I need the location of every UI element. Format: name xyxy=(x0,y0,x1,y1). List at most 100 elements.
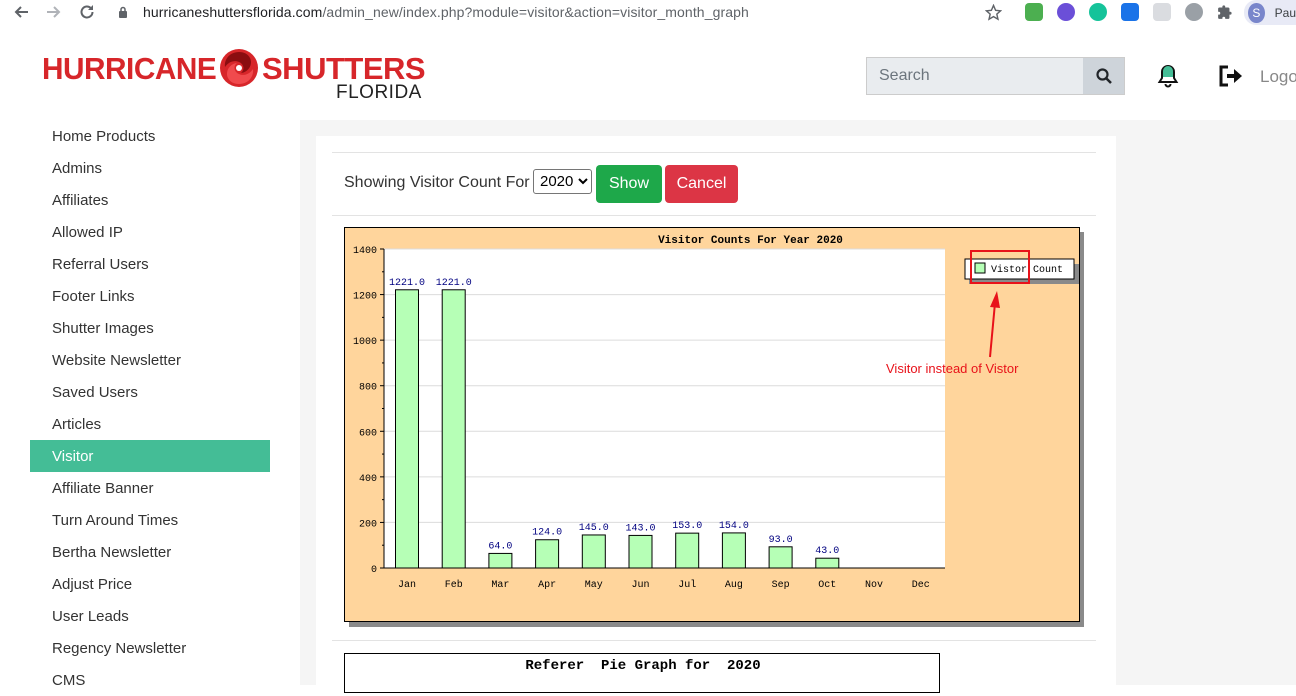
sidebar-item-affiliate-banner[interactable]: Affiliate Banner xyxy=(30,472,270,504)
extension-check-icon[interactable] xyxy=(1057,3,1075,21)
year-select[interactable]: 2020 xyxy=(533,169,592,194)
sidebar-item-affiliates[interactable]: Affiliates xyxy=(30,184,270,216)
divider xyxy=(332,152,1096,153)
annotation-arrow-head xyxy=(990,291,1000,308)
bar-apr xyxy=(535,539,560,569)
logout-icon[interactable] xyxy=(1218,64,1244,88)
data-label-apr: 124.0 xyxy=(532,528,562,539)
sidebar-item-adjust-price[interactable]: Adjust Price xyxy=(30,568,270,600)
sidebar-item-bertha-newsletter[interactable]: Bertha Newsletter xyxy=(30,536,270,568)
search-icon xyxy=(1095,68,1112,84)
x-tick-label: Jul xyxy=(678,579,696,591)
x-tick-label: Oct xyxy=(818,580,836,591)
profile-button[interactable]: S Pau xyxy=(1244,0,1296,25)
y-tick-label: 600 xyxy=(359,428,377,439)
bar-may xyxy=(581,534,606,569)
sidebar-item-shutter-images[interactable]: Shutter Images xyxy=(30,312,270,344)
pie-graph-frame: Referer Pie Graph for 2020 xyxy=(344,653,940,693)
x-tick-label: Aug xyxy=(725,580,743,591)
data-label-mar: 64.0 xyxy=(488,541,512,552)
sidebar-item-referral-users[interactable]: Referral Users xyxy=(30,248,270,280)
bar-chart: Visitor Counts For Year 2020 0 200 400 600 80… xyxy=(353,235,1079,591)
x-tick-label: Jan xyxy=(398,580,416,591)
y-tick-label: 1000 xyxy=(353,337,377,348)
extension-bubble-icon[interactable] xyxy=(1185,3,1203,21)
hurricane-swirl-icon xyxy=(220,49,258,87)
site-logo[interactable]: HURRICANE SHUTTERS FLORIDA xyxy=(42,46,426,104)
bar-aug xyxy=(721,532,746,569)
x-tick-label: Sep xyxy=(772,580,790,591)
extension-screen-icon[interactable] xyxy=(1121,3,1139,21)
y-tick-label: 200 xyxy=(359,519,377,530)
sidebar-item-admins[interactable]: Admins xyxy=(30,152,270,184)
y-tick-label: 1200 xyxy=(353,292,377,303)
sidebar-item-user-leads[interactable]: User Leads xyxy=(30,600,270,632)
sidebar-item-articles[interactable]: Articles xyxy=(30,408,270,440)
extension-mail-icon[interactable] xyxy=(1025,3,1043,21)
x-tick-label: Feb xyxy=(445,579,463,591)
data-label-jun: 143.0 xyxy=(625,523,655,534)
sidebar-item-home-products[interactable]: Home Products xyxy=(30,120,270,152)
reload-icon[interactable] xyxy=(77,2,97,22)
puzzle-icon[interactable] xyxy=(1216,4,1233,21)
sidebar-item-saved-users[interactable]: Saved Users xyxy=(30,376,270,408)
x-tick-label: Jun xyxy=(631,580,649,591)
search-input[interactable] xyxy=(867,58,1083,94)
show-button[interactable]: Show xyxy=(596,165,662,203)
avatar: S xyxy=(1248,2,1265,23)
back-icon[interactable] xyxy=(11,2,31,22)
search-bar xyxy=(866,57,1125,95)
y-tick-label: 0 xyxy=(371,565,377,576)
pie-graph-title: Referer Pie Graph for 2020 xyxy=(525,658,761,674)
annotation-note: Visitor instead of Vistor xyxy=(886,361,1019,376)
data-label-feb: 1221.0 xyxy=(436,278,472,289)
star-icon[interactable] xyxy=(985,4,1002,21)
sidebar-item-website-newsletter[interactable]: Website Newsletter xyxy=(30,344,270,376)
bar-oct xyxy=(815,557,840,569)
data-label-jul: 153.0 xyxy=(672,521,702,532)
sidebar-item-visitor[interactable]: Visitor xyxy=(30,440,270,472)
bell-icon[interactable] xyxy=(1156,63,1180,89)
bar-jul xyxy=(675,532,700,569)
plot-area xyxy=(384,249,945,568)
sidebar-item-turn-around-times[interactable]: Turn Around Times xyxy=(30,504,270,536)
cancel-button[interactable]: Cancel xyxy=(665,165,738,203)
x-tick-label: May xyxy=(585,580,603,591)
lock-icon xyxy=(119,6,127,18)
y-tick-label: 800 xyxy=(359,383,377,394)
bar-feb xyxy=(441,289,466,569)
forward-icon[interactable] xyxy=(44,2,64,22)
extension-grid-icon[interactable] xyxy=(1153,3,1171,21)
x-tick-label: Mar xyxy=(491,580,509,591)
sidebar-item-footer-links[interactable]: Footer Links xyxy=(30,280,270,312)
data-label-aug: 154.0 xyxy=(719,521,749,532)
x-tick-label: Nov xyxy=(865,580,883,591)
logout-link[interactable]: Logo xyxy=(1260,67,1296,87)
data-label-may: 145.0 xyxy=(579,523,609,534)
sidebar-item-allowed-ip[interactable]: Allowed IP xyxy=(30,216,270,248)
divider xyxy=(332,640,1096,641)
grammarly-icon[interactable] xyxy=(1089,3,1107,21)
url-path: /admin_new/index.php?module=visitor&acti… xyxy=(322,4,749,20)
browser-toolbar: hurricaneshuttersflorida.com/admin_new/i… xyxy=(0,0,1296,25)
search-button[interactable] xyxy=(1083,58,1124,94)
logo-word-hurricane: HURRICANE xyxy=(42,51,217,86)
chart-title: Visitor Counts For Year 2020 xyxy=(658,235,843,247)
sidebar-item-regency-newsletter[interactable]: Regency Newsletter xyxy=(30,632,270,664)
bar-jan xyxy=(395,289,419,569)
legend-label: Vistor Count xyxy=(991,264,1063,276)
filter-label: Showing Visitor Count For xyxy=(344,174,530,191)
bar-mar xyxy=(488,552,513,569)
bar-sep xyxy=(768,546,793,569)
x-tick-label: Dec xyxy=(912,580,930,591)
data-label-sep: 93.0 xyxy=(769,535,793,546)
annotation-arrow-line xyxy=(989,302,996,358)
profile-name: Pau xyxy=(1274,5,1296,20)
bar-jun xyxy=(628,534,653,569)
x-tick-label: Apr xyxy=(538,580,556,591)
legend-swatch xyxy=(974,262,986,274)
data-label-oct: 43.0 xyxy=(815,546,839,557)
sidebar-item-cms[interactable]: CMS xyxy=(30,664,270,696)
y-tick-label: 400 xyxy=(359,474,377,485)
address-bar[interactable]: hurricaneshuttersflorida.com/admin_new/i… xyxy=(143,4,749,20)
